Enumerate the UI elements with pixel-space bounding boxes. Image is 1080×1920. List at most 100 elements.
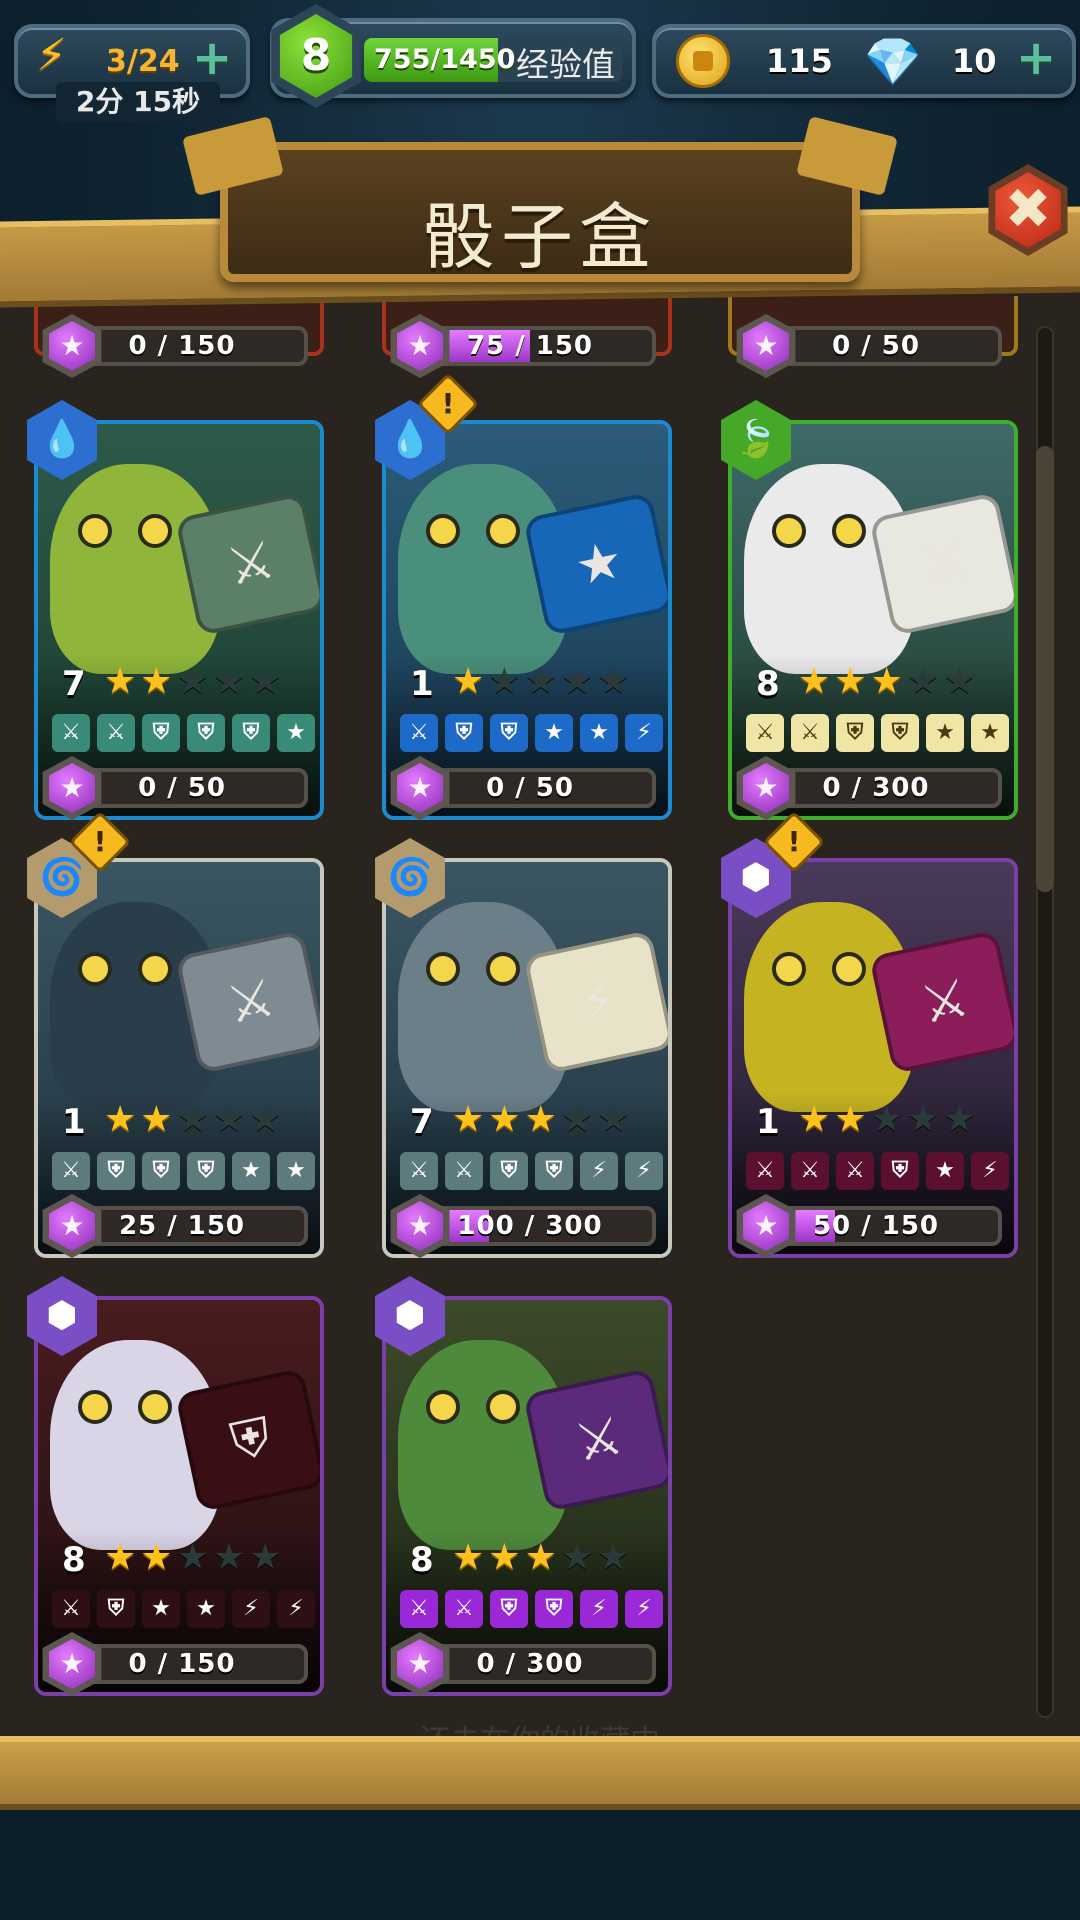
footer-wood-beam xyxy=(0,1736,1080,1810)
star-icon: ★ xyxy=(743,1201,789,1251)
dice-faces: ⚔ ⚔ ⛨ ⛨ ⚡ ⚡ xyxy=(400,1152,663,1190)
star-icon: ★ xyxy=(212,1099,246,1140)
top-resource-bar: ⚡ 3/24 + 2分 15秒 755/1450 经验值 8 115 💎 10 … xyxy=(0,0,1080,130)
hero-eye xyxy=(426,952,460,986)
scrollbar-thumb[interactable] xyxy=(1036,446,1054,892)
card-artwork: ★ xyxy=(386,424,668,816)
star-icon: ★ xyxy=(397,1639,443,1689)
sword-icon: ⚔ xyxy=(791,714,829,752)
card-artwork: ⚔ xyxy=(386,1300,668,1692)
shield-icon: ⛨ xyxy=(232,714,270,752)
title-plank: 骰子盒 xyxy=(220,142,860,282)
dice-face-icon: ⚡ xyxy=(574,968,624,1036)
shield-icon: ⛨ xyxy=(490,1152,528,1190)
card-artwork: ⚔ xyxy=(38,424,320,816)
dice-face-icon: ⚔ xyxy=(569,1405,629,1475)
add-energy-button[interactable]: + xyxy=(192,34,232,82)
shield-icon: ⛨ xyxy=(836,714,874,752)
hero-eye xyxy=(486,514,520,548)
shield-icon: ⛨ xyxy=(490,1590,528,1628)
shield-icon: ⛨ xyxy=(881,1152,919,1190)
coin-icon xyxy=(676,34,730,88)
star-icon: ★ xyxy=(140,661,173,702)
star-icon: ★ xyxy=(971,714,1009,752)
dice-stars: ★ ★ ★ ★ ★ xyxy=(798,1100,975,1140)
dice-faces: ⚔ ⛨ ⛨ ★ ★ ⚡ xyxy=(400,714,663,752)
page-title: 骰子盒 xyxy=(422,195,657,279)
star-icon: ★ xyxy=(176,661,209,702)
dice-stars: ★ ★ ★ ★ ★ xyxy=(104,1100,281,1140)
card-artwork: ⚔ xyxy=(38,862,320,1254)
star-icon: ★ xyxy=(104,1537,137,1578)
hero-eye xyxy=(138,952,172,986)
star-icon: ★ xyxy=(212,1537,246,1578)
hero-eye xyxy=(426,514,460,548)
hero-eye xyxy=(486,1390,520,1424)
hero-eye xyxy=(426,1390,460,1424)
star-icon: ★ xyxy=(277,714,315,752)
card-artwork: ⚔ xyxy=(732,862,1014,1254)
dice-stars: ★ ★ ★ ★ ★ xyxy=(104,662,281,702)
star-icon: ★ xyxy=(249,661,282,702)
dice-level: 8 xyxy=(756,664,780,704)
shield-icon: ⛨ xyxy=(142,1152,180,1190)
dice-stars: ★ ★ ★ ★ ★ xyxy=(798,662,975,702)
sword-icon: ⚔ xyxy=(97,714,135,752)
bolt-icon: ⚡ xyxy=(277,1590,315,1628)
dice-level: 8 xyxy=(410,1540,434,1580)
star-icon: ★ xyxy=(277,1152,315,1190)
dice-image: ⚔ xyxy=(174,491,320,637)
star-icon: ★ xyxy=(560,661,594,702)
star-icon: ★ xyxy=(397,1201,443,1251)
sword-icon: ⚔ xyxy=(791,1152,829,1190)
dice-level: 1 xyxy=(62,1102,86,1142)
bolt-icon: ⚡ xyxy=(580,1152,618,1190)
dice-stars: ★ ★ ★ ★ ★ xyxy=(452,662,629,702)
star-icon: ★ xyxy=(212,661,246,702)
xp-label: 经验值 xyxy=(516,45,615,84)
star-icon: ★ xyxy=(535,714,573,752)
hero-eye xyxy=(832,952,866,986)
xp-value: 755/1450 xyxy=(374,44,516,75)
shield-icon: ⛨ xyxy=(187,714,225,752)
hero-eye xyxy=(78,952,112,986)
star-icon: ★ xyxy=(926,1152,964,1190)
dice-level: 7 xyxy=(410,1102,434,1142)
hero-eye xyxy=(832,514,866,548)
dice-level: 7 xyxy=(62,664,86,704)
energy-value: 3/24 xyxy=(106,44,180,79)
bottom-background xyxy=(0,1810,1080,1920)
bolt-icon: ⚡ xyxy=(625,1590,663,1628)
dice-face-icon: ⚔ xyxy=(915,529,975,599)
sword-icon: ⚔ xyxy=(400,1152,438,1190)
star-icon: ★ xyxy=(524,661,557,702)
star-icon: ★ xyxy=(187,1590,225,1628)
player-level: 8 xyxy=(279,14,353,98)
dice-image: ⚔ xyxy=(868,491,1014,637)
star-icon: ★ xyxy=(488,1099,521,1140)
star-icon: ★ xyxy=(397,763,443,813)
dice-faces: ⚔ ⚔ ⛨ ⛨ ★ ★ xyxy=(746,714,1009,752)
star-icon: ★ xyxy=(49,1639,95,1689)
star-icon: ★ xyxy=(249,1537,282,1578)
bolt-icon: ⚡ xyxy=(625,1152,663,1190)
shield-icon: ⛨ xyxy=(535,1152,573,1190)
dice-image: ★ xyxy=(522,491,668,637)
star-icon: ★ xyxy=(597,1537,630,1578)
star-icon: ★ xyxy=(176,1099,209,1140)
star-icon: ★ xyxy=(140,1537,173,1578)
shield-icon: ⛨ xyxy=(445,714,483,752)
star-icon: ★ xyxy=(397,321,443,371)
bolt-icon: ⚡ xyxy=(971,1152,1009,1190)
sword-icon: ⚔ xyxy=(445,1152,483,1190)
add-currency-button[interactable]: + xyxy=(1016,34,1056,82)
sword-icon: ⚔ xyxy=(52,1152,90,1190)
sword-icon: ⚔ xyxy=(400,1590,438,1628)
star-icon: ★ xyxy=(870,661,903,702)
currency-counter[interactable]: 115 💎 10 + xyxy=(652,24,1076,98)
hero-eye xyxy=(138,1390,172,1424)
star-icon: ★ xyxy=(49,1201,95,1251)
star-icon: ★ xyxy=(580,714,618,752)
dice-face-icon: ⛨ xyxy=(225,1406,277,1474)
sword-icon: ⚔ xyxy=(445,1590,483,1628)
